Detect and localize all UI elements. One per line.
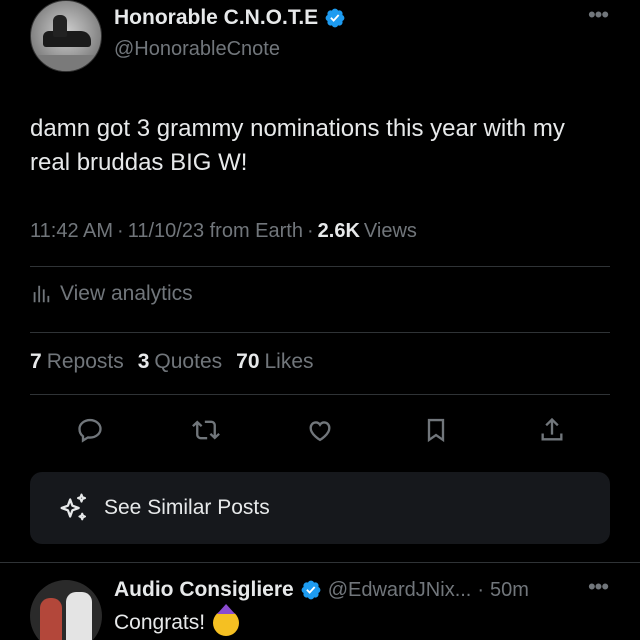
divider [30,332,610,333]
likes-stat[interactable]: 70 Likes [236,350,313,374]
reply-display-name[interactable]: Audio Consigliere [114,578,294,602]
like-icon [309,421,331,442]
bookmark-button[interactable] [418,412,454,448]
views-count: 2.6K [317,220,360,242]
tweet-text: damn got 3 grammy nominations this year … [30,115,565,176]
author-name-row: Honorable C.N.O.T.E [114,6,346,30]
reply-button[interactable] [72,412,108,448]
reply-text-content: Congrats! [114,611,206,634]
like-button[interactable] [302,412,338,448]
tweet-time[interactable]: 11:42 AM [30,220,113,243]
tweet-meta: 11:42 AM · 11/10/23 from Earth · 2.6K Vi… [30,220,417,243]
view-analytics-label: View analytics [60,282,193,305]
bar-chart-icon [33,285,50,303]
tweet-header: Honorable C.N.O.T.E @HonorableCnote ••• [30,0,610,72]
more-dots-icon: ••• [587,2,609,27]
reply-handle[interactable]: @EdwardJNix... [328,579,472,602]
action-bar [30,410,610,450]
see-similar-posts-button[interactable]: See Similar Posts [30,472,610,544]
share-icon [541,417,563,441]
reply-icon [78,418,102,443]
author-handle[interactable]: @HonorableCnote [114,38,280,61]
share-button[interactable] [534,412,570,448]
see-similar-posts-label: See Similar Posts [104,496,270,519]
reply-separator: · [477,578,485,601]
more-dots-icon: ••• [587,574,609,599]
partying-face-emoji-icon [213,610,240,636]
verified-badge-icon [325,8,345,28]
divider [0,562,640,563]
engagement-stats: 7 Reposts 3 Quotes 70 Likes [30,350,314,374]
reply-tweet[interactable]: Audio Consigliere @EdwardJNix... · 50m •… [30,574,610,640]
reply-name-row: Audio Consigliere @EdwardJNix... · 50m [114,578,529,602]
meta-separator: · [307,220,314,242]
repost-icon [192,420,220,440]
reply-author-avatar[interactable] [30,580,102,640]
more-options-button[interactable]: ••• [586,4,610,28]
reply-more-options-button[interactable]: ••• [586,576,610,598]
reposts-stat[interactable]: 7 Reposts [30,350,124,374]
verified-badge-icon [301,580,321,600]
author-display-name[interactable]: Honorable C.N.O.T.E [114,6,318,30]
divider [30,394,610,395]
view-analytics-link[interactable]: View analytics [30,282,193,306]
views-label: Views [363,220,417,242]
bookmark-icon [427,418,445,443]
divider [30,266,610,267]
meta-separator: · [117,220,124,242]
sparkle-icon [60,493,87,521]
reply-time[interactable]: 50m [490,579,529,602]
author-avatar[interactable] [30,0,102,72]
tweet-detail: Honorable C.N.O.T.E @HonorableCnote ••• … [0,0,640,640]
reply-text: Congrats! [114,610,240,636]
repost-button[interactable] [188,412,224,448]
quotes-stat[interactable]: 3 Quotes [138,350,222,374]
tweet-date[interactable]: 11/10/23 from Earth [128,220,303,243]
